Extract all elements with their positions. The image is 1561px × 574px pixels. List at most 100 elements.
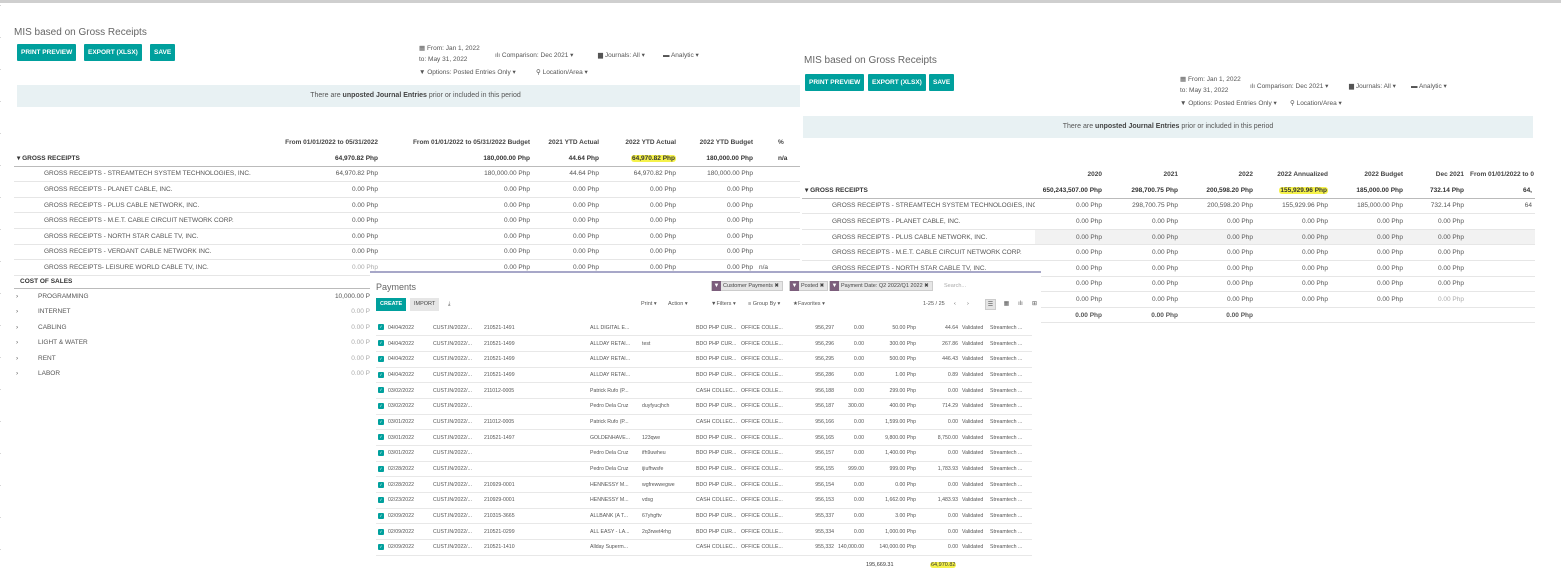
payment-row[interactable]: ✓ 03/02/2022 CUST.IN/2022/... Pedro Dela Cr… [376, 398, 1032, 415]
amount-cell[interactable] [1467, 229, 1535, 246]
amount-cell[interactable] [1467, 213, 1535, 230]
payment-row[interactable]: ✓ 03/01/2022 CUST.IN/2022/... 211012-0005 Pa… [376, 414, 1032, 431]
action-menu[interactable]: Action ▾ [668, 301, 688, 307]
amount-cell[interactable]: 0.00 Php [1406, 291, 1467, 308]
row-checkbox[interactable]: ✓ [378, 497, 384, 504]
amount-cell[interactable]: 180,000.00 Php [381, 166, 533, 183]
amount-cell[interactable]: 0.00 Php [1331, 260, 1406, 277]
amount-cell[interactable]: 64,970.82 Php [602, 166, 679, 183]
amount-cell[interactable]: 0.00 Php [679, 181, 756, 198]
amount-cell[interactable]: 0.00 Php [1406, 229, 1467, 246]
amount-cell[interactable]: 0.00 Php [1406, 260, 1467, 277]
payment-row[interactable]: ✓ 03/01/2022 CUST.IN/2022/... 210521-1497 GO… [376, 429, 1032, 446]
amount-cell[interactable]: 0.00 Php [1256, 229, 1331, 246]
amount-cell[interactable]: 0.00 Php [1035, 229, 1105, 246]
right-journals-filter[interactable]: ▆ Journals: All ▾ [1349, 82, 1396, 90]
row-checkbox[interactable]: ✓ [378, 418, 384, 425]
amount-cell[interactable]: 0.00 Php [1331, 213, 1406, 230]
report-row[interactable]: GROSS RECEIPTS - NORTH STAR CABLE TV, IN… [14, 228, 814, 245]
pager[interactable]: 1-25 / 25 [923, 301, 945, 307]
amount-cell[interactable]: 0.00 Php [1406, 276, 1467, 293]
amount-cell[interactable]: 0.00 Php [679, 212, 756, 230]
amount-cell[interactable]: 0.00 Php [1181, 229, 1256, 246]
amount-cell[interactable]: 0.00 Php [1105, 244, 1181, 262]
amount-cell[interactable]: 0.00 Php [1035, 291, 1105, 308]
amount-cell[interactable]: 732.14 Php [1406, 182, 1467, 199]
amount-cell[interactable]: 0.00 Php [264, 212, 381, 230]
amount-cell[interactable]: 0.00 Php [1331, 276, 1406, 293]
amount-cell[interactable] [1406, 307, 1467, 324]
report-row[interactable]: GROSS RECEIPTS - M.E.T. CABLE CIRCUIT NE… [14, 212, 814, 230]
favorites-menu[interactable]: ★Favorites ▾ [793, 301, 825, 307]
highlighted-amount[interactable]: 155,929.96 Php [1279, 186, 1328, 194]
left-journals-filter[interactable]: ▆ Journals: All ▾ [598, 51, 645, 59]
amount-cell[interactable]: 0.00 Php [381, 197, 533, 214]
amount-cell[interactable]: 200,598.20 Php [1181, 182, 1256, 199]
amount-cell[interactable]: 185,000.00 Php [1331, 198, 1406, 215]
amount-cell[interactable]: 64,970.82 Php [264, 166, 381, 183]
payment-row[interactable]: ✓ 02/28/2022 CUST.IN/2022/... 210929-0001 HE… [376, 476, 1032, 494]
amount-cell[interactable]: 0.00 Php [1035, 276, 1105, 293]
search-input[interactable]: Search... [944, 283, 966, 289]
amount-cell[interactable]: 44.64 Php [533, 150, 602, 167]
payment-row[interactable]: ✓ 02/09/2022 CUST.IN/2022/... 210521-1410 Al… [376, 539, 1032, 556]
amount-cell[interactable]: 650,243,507.00 Php [1035, 182, 1105, 199]
report-row[interactable]: GROSS RECEIPTS - PLANET CABLE, INC. 0.00… [802, 213, 1535, 230]
amount-cell[interactable]: 0.00 Php [1105, 307, 1181, 324]
chevron-right-icon[interactable]: › [967, 301, 969, 307]
amount-cell[interactable]: 180,000.00 Php [679, 150, 756, 167]
amount-cell[interactable]: 0.00 Php [1181, 244, 1256, 262]
row-checkbox[interactable]: ✓ [378, 434, 384, 441]
amount-cell[interactable]: 0.00 Php [602, 228, 679, 245]
amount-cell[interactable]: 0.00 Php [264, 181, 381, 198]
cost-item[interactable]: › LABOR 0.00 P [14, 366, 370, 381]
right-print-preview-button[interactable]: PRINT PREVIEW [805, 74, 865, 91]
left-export-button[interactable]: EXPORT (XLSX) [84, 44, 142, 61]
amount-cell[interactable]: 732.14 Php [1406, 198, 1467, 215]
cost-item[interactable]: › INTERNET 0.00 P [14, 304, 370, 319]
amount-cell[interactable]: 298,700.75 Php [1105, 182, 1181, 199]
amount-cell[interactable]: 180,000.00 Php [679, 166, 756, 183]
row-checkbox[interactable]: ✓ [378, 528, 384, 535]
pivot-view-icon[interactable]: ⊞ [1029, 299, 1040, 310]
amount-cell[interactable]: 0.00 Php [1105, 229, 1181, 246]
right-options-filter[interactable]: ▼ Options: Posted Entries Only ▾ [1180, 99, 1277, 107]
right-location-filter[interactable]: ⚲ Location/Area ▾ [1290, 99, 1342, 107]
amount-cell[interactable]: 0.00 Php [264, 244, 381, 261]
left-comparison-filter[interactable]: ılı Comparison: Dec 2021 ▾ [495, 51, 573, 59]
amount-cell[interactable]: 0.00 Php [533, 212, 602, 230]
amount-cell[interactable]: 0.00 Php [1181, 276, 1256, 293]
highlighted-amount[interactable]: 64,970.82 Php [631, 154, 676, 162]
row-checkbox[interactable]: ✓ [378, 403, 384, 410]
amount-cell[interactable]: 0.00 Php [1406, 244, 1467, 262]
cost-item[interactable]: › CABLING 0.00 P [14, 320, 370, 335]
report-row[interactable]: GROSS RECEIPTS - PLANET CABLE, INC. 0.00… [14, 181, 814, 198]
amount-cell[interactable]: 64,970.82 Php [264, 150, 381, 167]
payment-row[interactable]: ✓ 02/28/2022 CUST.IN/2022/... Pedro Dela Cr… [376, 461, 1032, 478]
row-checkbox[interactable]: ✓ [378, 481, 384, 488]
close-icon[interactable]: ✖ [924, 283, 929, 289]
amount-cell[interactable] [1331, 307, 1406, 324]
amount-cell[interactable]: 0.00 Php [533, 181, 602, 198]
amount-cell[interactable]: 0.00 Php [1331, 229, 1406, 246]
amount-cell[interactable]: 0.00 Php [1035, 260, 1105, 277]
cost-item[interactable]: › LIGHT & WATER 0.00 P [14, 335, 370, 350]
amount-cell[interactable]: 0.00 Php [1181, 291, 1256, 308]
row-checkbox[interactable]: ✓ [378, 450, 384, 457]
right-gross-receipts-group[interactable]: ▾ GROSS RECEIPTS 650,243,507.00 Php 298,… [802, 182, 1535, 199]
amount-cell[interactable]: 0.00 Php [381, 212, 533, 230]
amount-cell[interactable]: 0.00 Php [1035, 244, 1105, 262]
amount-cell[interactable]: 0.00 Php [679, 197, 756, 214]
payment-row[interactable]: ✓ 02/09/2022 CUST.IN/2022/... 210315-3665 AL… [376, 508, 1032, 525]
amount-cell[interactable]: 180,000.00 Php [381, 150, 533, 167]
payment-row[interactable]: ✓ 04/04/2022 CUST.IN/2022/... 210521-1499 AL… [376, 351, 1032, 368]
amount-cell[interactable]: 0.00 Php [1181, 307, 1256, 324]
amount-cell[interactable] [1467, 276, 1535, 293]
row-checkbox[interactable]: ✓ [378, 544, 384, 551]
report-row[interactable]: GROSS RECEIPTS - PLUS CABLE NETWORK, INC… [14, 197, 814, 214]
amount-cell[interactable]: 64, [1467, 182, 1535, 199]
amount-cell[interactable]: 0.00 Php [533, 244, 602, 261]
left-save-button[interactable]: SAVE [150, 44, 176, 61]
download-icon[interactable]: ⤓ [448, 301, 450, 308]
close-icon[interactable]: ✖ [774, 283, 779, 289]
